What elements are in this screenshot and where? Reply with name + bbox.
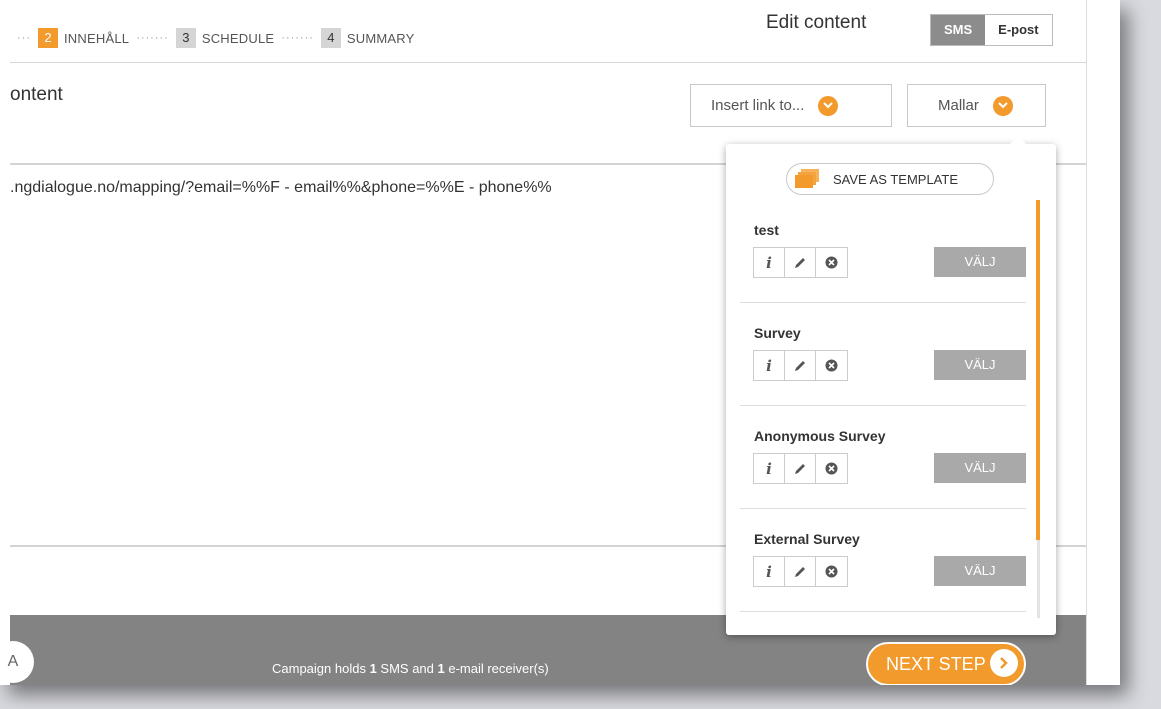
chevron-right-icon	[990, 649, 1018, 677]
save-as-template-label: SAVE AS TEMPLATE	[833, 171, 958, 187]
delete-icon[interactable]	[816, 454, 847, 483]
avatar[interactable]: A	[0, 641, 34, 683]
template-name: Anonymous Survey	[754, 428, 886, 444]
delete-icon[interactable]	[816, 248, 847, 277]
panel-caret	[1010, 136, 1026, 144]
top-bar: ··· 2 INNEHÅLL ······· 3 SCHEDULE ······…	[10, 0, 1086, 63]
delete-icon[interactable]	[816, 557, 847, 586]
step-indicator: ··· 2 INNEHÅLL ······· 3 SCHEDULE ······…	[10, 28, 415, 48]
step-dots: ·······	[281, 32, 314, 44]
insert-link-label: Insert link to...	[711, 97, 805, 114]
templates-label: Mallar	[938, 97, 979, 114]
next-step-label: NEXT STEP	[886, 654, 986, 674]
receiver-summary-prefix: Campaign holds	[272, 661, 370, 676]
channel-toggle: SMS E-post	[930, 14, 1053, 46]
sms-count: 1	[369, 661, 377, 676]
list-item: Survey i VÄLJ	[740, 303, 1026, 406]
editor-text[interactable]: .ngdialogue.no/mapping/?email=%%F - emai…	[10, 179, 552, 197]
list-item: Anonymous Survey i VÄLJ	[740, 406, 1026, 509]
template-actions: i	[753, 247, 848, 278]
email-count: 1	[437, 661, 445, 676]
step-dots: ·······	[136, 32, 169, 44]
receiver-summary-suffix: e-mail receiver(s)	[444, 661, 549, 676]
select-template-button[interactable]: VÄLJ	[934, 556, 1026, 586]
template-actions: i	[753, 556, 848, 587]
scrollbar-thumb[interactable]	[1036, 200, 1040, 540]
sms-toggle-button[interactable]: SMS	[931, 15, 986, 45]
step-label-content[interactable]: INNEHÅLL	[64, 31, 129, 46]
step-number-3[interactable]: 3	[175, 28, 196, 48]
template-name: External Survey	[754, 531, 860, 547]
step-number-2[interactable]: 2	[38, 28, 58, 48]
select-template-button[interactable]: VÄLJ	[934, 247, 1026, 277]
template-stack-icon	[795, 168, 821, 191]
info-icon[interactable]: i	[754, 557, 785, 586]
step-number-4[interactable]: 4	[320, 28, 341, 48]
templates-panel: SAVE AS TEMPLATE test i VÄLJ Survey i VÄ…	[726, 136, 1056, 635]
pencil-icon[interactable]	[785, 557, 816, 586]
receiver-summary-mid: SMS and	[376, 661, 438, 676]
chevron-down-icon	[992, 95, 1013, 116]
step-label-schedule[interactable]: SCHEDULE	[202, 31, 274, 46]
receiver-summary: Campaign holds 1 SMS and 1 e-mail receiv…	[272, 661, 549, 676]
select-template-button[interactable]: VÄLJ	[934, 453, 1026, 483]
main-panel: ··· 2 INNEHÅLL ······· 3 SCHEDULE ······…	[0, 0, 1087, 685]
template-name: test	[754, 222, 779, 238]
list-item: test i VÄLJ	[740, 200, 1026, 303]
delete-icon[interactable]	[816, 351, 847, 380]
step-label-summary[interactable]: SUMMARY	[347, 31, 415, 46]
edit-content-title: Edit content	[766, 12, 867, 33]
save-as-template-button[interactable]: SAVE AS TEMPLATE	[786, 163, 994, 195]
template-actions: i	[753, 453, 848, 484]
email-toggle-button[interactable]: E-post	[985, 15, 1052, 45]
content-title: ontent	[10, 84, 63, 105]
app-window: ··· 2 INNEHÅLL ······· 3 SCHEDULE ······…	[0, 0, 1120, 685]
info-icon[interactable]: i	[754, 351, 785, 380]
list-item: External Survey i VÄLJ	[740, 509, 1026, 612]
pencil-icon[interactable]	[785, 454, 816, 483]
select-template-button[interactable]: VÄLJ	[934, 350, 1026, 380]
pencil-icon[interactable]	[785, 351, 816, 380]
template-list: test i VÄLJ Survey i VÄLJ Anonymous Surv…	[740, 200, 1026, 620]
chevron-down-icon	[818, 95, 839, 116]
info-icon[interactable]: i	[754, 248, 785, 277]
pencil-icon[interactable]	[785, 248, 816, 277]
next-step-button[interactable]: NEXT STEP	[866, 642, 1026, 685]
step-dots: ···	[17, 32, 31, 44]
template-actions: i	[753, 350, 848, 381]
info-icon[interactable]: i	[754, 454, 785, 483]
template-name: Survey	[754, 325, 801, 341]
templates-dropdown[interactable]: Mallar	[907, 84, 1046, 127]
insert-link-dropdown[interactable]: Insert link to...	[690, 84, 892, 127]
